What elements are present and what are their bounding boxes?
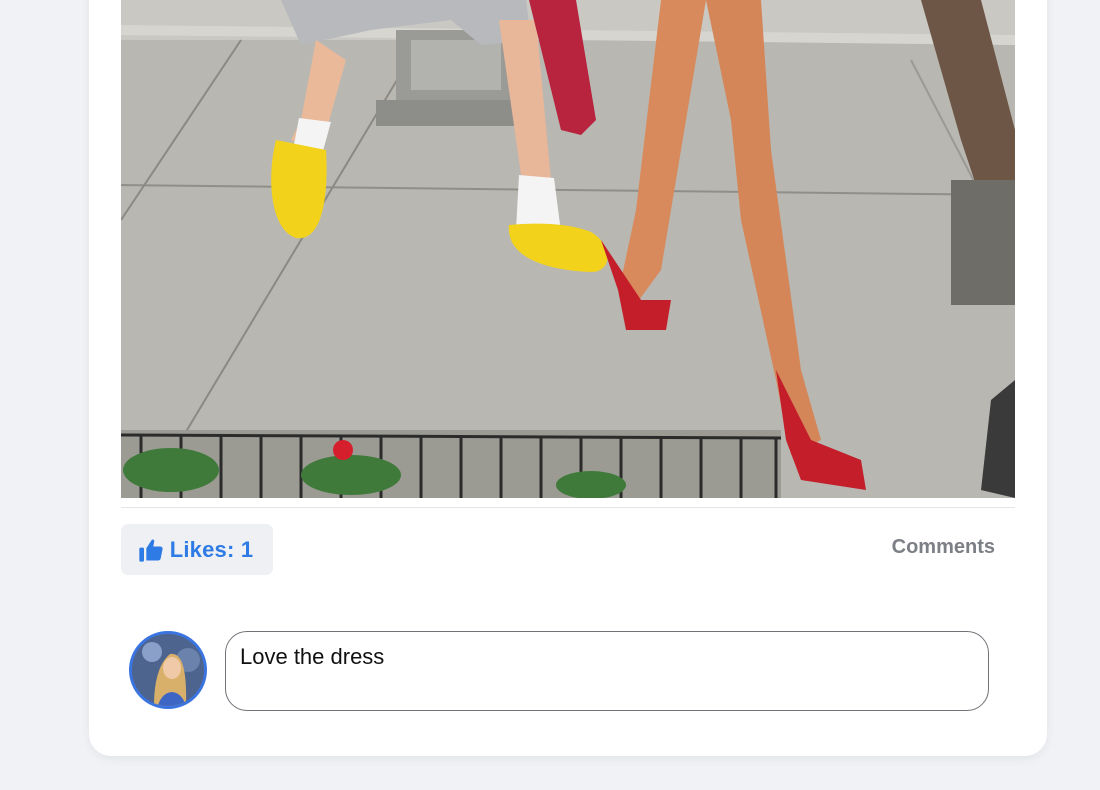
post-photo[interactable] (121, 0, 1015, 498)
avatar[interactable] (129, 631, 207, 709)
comment-input[interactable]: Love the dress (225, 631, 989, 711)
thumbs-up-icon (137, 536, 165, 564)
like-button[interactable]: Likes: 1 (121, 524, 273, 575)
comments-button[interactable]: Comments (892, 536, 995, 559)
likes-count-label: Likes: 1 (169, 536, 254, 562)
divider (121, 507, 1015, 508)
